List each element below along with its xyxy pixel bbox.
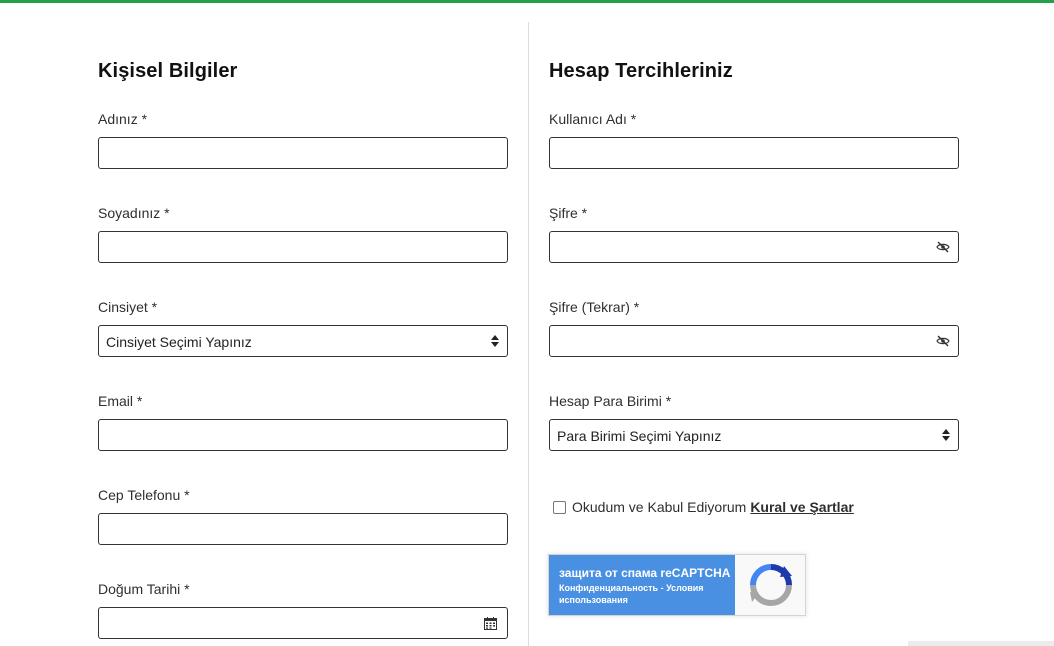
- currency-select[interactable]: Para Birimi Seçimi Yapınız: [549, 419, 959, 451]
- corner-shadow: [908, 641, 1054, 646]
- birth-date-field[interactable]: [98, 607, 508, 639]
- recaptcha-banner: защита от спама reCAPTCHA Конфиденциальн…: [549, 555, 735, 615]
- phone-input[interactable]: [99, 514, 507, 544]
- recaptcha-links[interactable]: Конфиденциальность - Условия использован…: [559, 582, 729, 606]
- terms-link[interactable]: Kural ve Şartlar: [750, 499, 854, 515]
- section-title-personal: Kişisel Bilgiler: [98, 60, 238, 82]
- select-arrows-icon: [491, 335, 499, 347]
- last-name-label: Soyadınız *: [98, 205, 170, 221]
- first-name-input[interactable]: [99, 138, 507, 168]
- select-arrows-icon: [942, 429, 950, 441]
- terms-checkbox[interactable]: [553, 500, 566, 514]
- calendar-icon[interactable]: [484, 617, 497, 630]
- email-input[interactable]: [99, 420, 507, 450]
- password-input[interactable]: [550, 232, 958, 262]
- first-name-label: Adınız *: [98, 111, 148, 127]
- password-repeat-label: Şifre (Tekrar) *: [549, 299, 640, 315]
- gender-label: Cinsiyet *: [98, 299, 158, 315]
- username-label: Kullanıcı Adı *: [549, 111, 637, 127]
- birth-date-label: Doğum Tarihi *: [98, 581, 190, 597]
- eye-slash-icon[interactable]: [936, 335, 950, 347]
- password-repeat-field[interactable]: [549, 325, 959, 357]
- terms-text: Okudum ve Kabul Ediyorum: [572, 499, 747, 515]
- top-accent-bar: [0, 0, 1054, 3]
- password-label: Şifre *: [549, 205, 588, 221]
- last-name-input[interactable]: [99, 232, 507, 262]
- first-name-field[interactable]: [98, 137, 508, 169]
- birth-date-input[interactable]: [99, 608, 507, 638]
- section-title-account: Hesap Tercihleriniz: [549, 60, 733, 82]
- currency-selected-value: Para Birimi Seçimi Yapınız: [557, 428, 722, 444]
- email-label: Email *: [98, 393, 143, 409]
- email-field[interactable]: [98, 419, 508, 451]
- gender-select[interactable]: Cinsiyet Seçimi Yapınız: [98, 325, 508, 357]
- recaptcha-widget[interactable]: защита от спама reCAPTCHA Конфиденциальн…: [548, 554, 806, 616]
- recaptcha-title: защита от спама reCAPTCHA: [559, 566, 731, 580]
- username-input[interactable]: [550, 138, 958, 168]
- gender-selected-value: Cinsiyet Seçimi Yapınız: [106, 334, 252, 350]
- password-repeat-input[interactable]: [550, 326, 958, 356]
- currency-label: Hesap Para Birimi *: [549, 393, 672, 409]
- password-field[interactable]: [549, 231, 959, 263]
- username-field[interactable]: [549, 137, 959, 169]
- eye-slash-icon[interactable]: [936, 241, 950, 253]
- recaptcha-logo-icon: [750, 564, 792, 606]
- phone-label: Cep Telefonu *: [98, 487, 190, 503]
- phone-field[interactable]: [98, 513, 508, 545]
- column-divider: [528, 22, 529, 646]
- last-name-field[interactable]: [98, 231, 508, 263]
- terms-agreement: Okudum ve Kabul Ediyorum Kural ve Şartla…: [549, 498, 854, 516]
